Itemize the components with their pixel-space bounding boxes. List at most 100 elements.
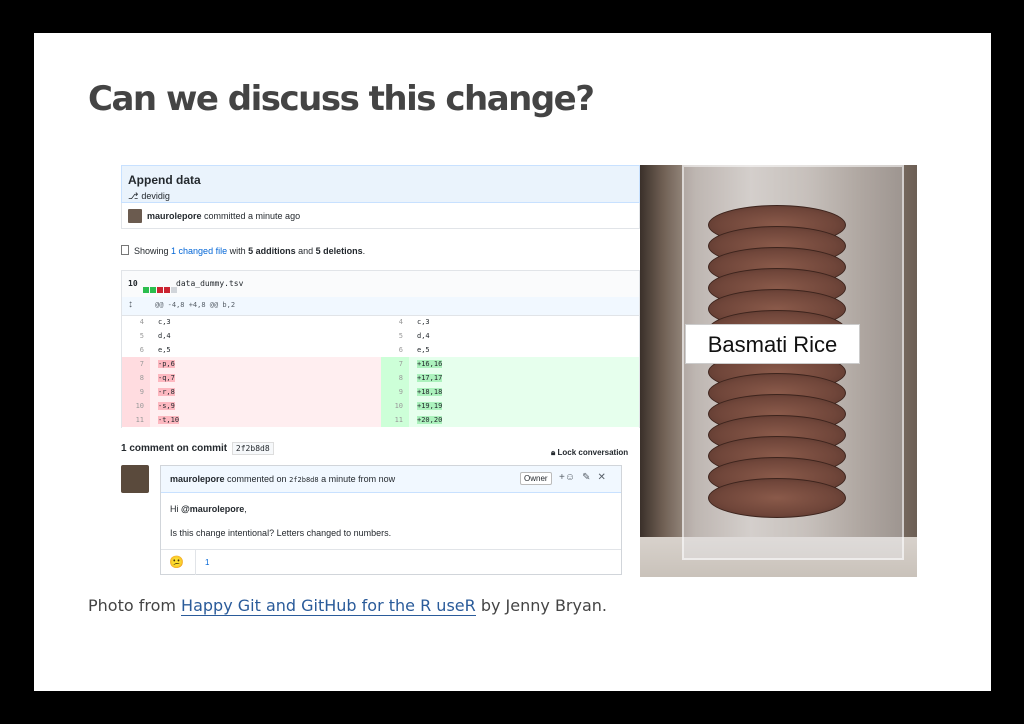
diff-right: 9 +18,18 <box>381 385 639 399</box>
diff-left: 4 c,3 <box>122 315 381 329</box>
file-diff: 10 data_dummy.tsv ↕ @@ -4,8 +4,8 @@ b,2 … <box>121 270 640 428</box>
diffstat-square <box>157 287 163 293</box>
code-line: +18,18 <box>417 385 443 399</box>
hunk-text: @@ -4,8 +4,8 @@ b,2 <box>155 301 236 309</box>
code-line: -p,6 <box>158 357 175 371</box>
diff-right: 8 +17,17 <box>381 371 639 385</box>
diff-left: 6 e,5 <box>122 343 381 357</box>
line-number[interactable]: 4 <box>122 315 150 329</box>
diff-right: 6 e,5 <box>381 343 639 357</box>
line-number[interactable]: 9 <box>381 385 409 399</box>
diff-left: 9 -r,8 <box>122 385 381 399</box>
comment-meta: maurolepore commented on 2f2b8d8 a minut… <box>170 474 395 484</box>
mention-link[interactable]: @maurolepore <box>181 504 244 514</box>
commenter-avatar[interactable] <box>121 465 149 493</box>
additions-count: 5 additions <box>248 246 296 256</box>
diff-row: 8 -q,7 8 +17,17 <box>122 371 639 385</box>
committer-avatar[interactable] <box>128 209 142 223</box>
line-number[interactable]: 11 <box>381 413 409 427</box>
line-number[interactable]: 5 <box>122 329 150 343</box>
line-number[interactable]: 8 <box>122 371 150 385</box>
code-line: +20,20 <box>417 413 443 427</box>
cookie <box>708 478 846 518</box>
diffstat-square <box>164 287 170 293</box>
lock-conversation[interactable]: 🔒︎ Lock conversation <box>551 448 628 458</box>
changed-text: +19,19 <box>417 402 443 410</box>
code-line: e,5 <box>158 346 171 354</box>
photo-caption: Photo from Happy Git and GitHub for the … <box>88 596 607 616</box>
diff-left: 8 -q,7 <box>122 371 381 385</box>
changed-text: -p,6 <box>158 360 175 368</box>
line-number[interactable]: 6 <box>122 343 150 357</box>
file-change-count: 10 <box>128 279 138 288</box>
comment-time[interactable]: a minute from now <box>321 474 395 484</box>
diff-row: 5 d,4 5 d,4 <box>122 329 639 343</box>
cookie-stack <box>708 205 846 525</box>
comment-sha[interactable]: 2f2b8d8 <box>289 476 319 484</box>
close-icon[interactable]: ✕ <box>597 472 605 483</box>
lock-label: Lock conversation <box>557 448 629 457</box>
code-line: -s,9 <box>158 399 175 413</box>
edit-pencil-icon[interactable]: ✎ <box>582 472 590 483</box>
line-number[interactable]: 10 <box>381 399 409 413</box>
diff-row: 9 -r,8 9 +18,18 <box>122 385 639 399</box>
line-number[interactable]: 10 <box>122 399 150 413</box>
commit-title: Append data <box>128 173 201 187</box>
committer-name[interactable]: maurolepore <box>147 211 202 221</box>
hunk-header: ↕ @@ -4,8 +4,8 @@ b,2 <box>122 297 639 316</box>
changed-text: +18,18 <box>417 388 443 396</box>
diff-row: 7 -p,6 7 +16,16 <box>122 357 639 371</box>
diff-summary: Showing 1 changed file with 5 additions … <box>121 245 365 256</box>
add-reaction-icon[interactable]: +☺ <box>559 472 575 483</box>
confused-emoji-icon[interactable]: 😕 <box>169 555 184 569</box>
line-number[interactable]: 8 <box>381 371 409 385</box>
line-number[interactable]: 9 <box>122 385 150 399</box>
diff-lines: 4 c,3 4 c,3 5 d,4 5 d,4 6 e,5 6 e,5 7 -p,6 7 +16,16 8 -q,… <box>122 315 639 427</box>
diff-right: 11 +20,20 <box>381 413 639 427</box>
commit-sha[interactable]: 2f2b8d8 <box>231 442 274 455</box>
diff-right: 10 +19,19 <box>381 399 639 413</box>
line-number[interactable]: 6 <box>381 343 409 357</box>
line-number[interactable]: 11 <box>122 413 150 427</box>
branch-icon: ⎇ <box>128 191 139 201</box>
summary-text: Showing <box>134 246 172 256</box>
changed-text: +16,16 <box>417 360 443 368</box>
diff-left: 7 -p,6 <box>122 357 381 371</box>
line-number[interactable]: 4 <box>381 315 409 329</box>
line-number[interactable]: 5 <box>381 329 409 343</box>
changed-text: -t,10 <box>158 416 180 424</box>
file-name[interactable]: data_dummy.tsv <box>176 279 243 288</box>
commit-header: Append data ⎇ devidig <box>121 165 640 203</box>
owner-badge: Owner <box>520 472 552 485</box>
diff-row: 6 e,5 6 e,5 <box>122 343 639 357</box>
expand-icon[interactable]: ↕ <box>128 299 133 310</box>
comment-line-1: Hi @maurolepore, <box>170 504 247 514</box>
code-line: c,3 <box>417 318 430 326</box>
diff-row: 11 -t,10 11 +20,20 <box>122 413 639 427</box>
comment-header: maurolepore commented on 2f2b8d8 a minut… <box>161 466 621 493</box>
changed-text: -r,8 <box>158 388 175 396</box>
branch-info: ⎇ devidig <box>128 191 170 202</box>
code-line: -t,10 <box>158 413 180 427</box>
summary-text: with <box>227 246 249 256</box>
comment-count-heading: 1 comment on commit 2f2b8d8 <box>121 442 274 455</box>
code-line: +19,19 <box>417 399 443 413</box>
diffstat-bar <box>143 280 178 298</box>
changed-text: -q,7 <box>158 374 175 382</box>
comment-text: Hi <box>170 504 181 514</box>
branch-name[interactable]: devidig <box>141 191 170 201</box>
line-number[interactable]: 7 <box>122 357 150 371</box>
caption-link[interactable]: Happy Git and GitHub for the R useR <box>181 596 476 616</box>
code-line: c,3 <box>158 318 171 326</box>
changed-text: -s,9 <box>158 402 175 410</box>
line-number[interactable]: 7 <box>381 357 409 371</box>
diff-row: 10 -s,9 10 +19,19 <box>122 399 639 413</box>
changed-text: +20,20 <box>417 416 443 424</box>
summary-text: . <box>362 246 366 256</box>
changed-files-link[interactable]: 1 changed file <box>171 246 227 256</box>
committed-time: committed a minute ago <box>204 211 301 221</box>
reactions-bar: 😕 1 <box>161 549 621 575</box>
code-line: d,4 <box>417 332 430 340</box>
comment-author[interactable]: maurolepore <box>170 474 225 484</box>
code-line: -r,8 <box>158 385 175 399</box>
